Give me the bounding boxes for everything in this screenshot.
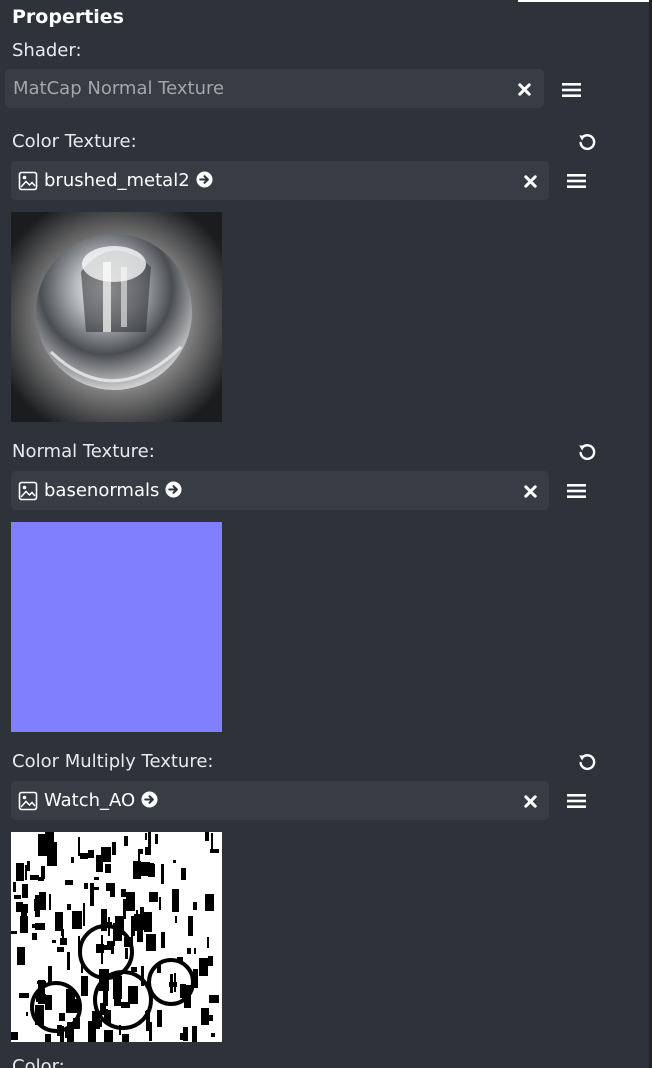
close-icon[interactable] [523, 484, 538, 499]
close-icon[interactable] [523, 794, 538, 809]
color-texture-label: Color Texture: [12, 131, 137, 152]
hamburger-menu-icon[interactable] [567, 793, 586, 809]
shader-field[interactable]: MatCap Normal Texture [5, 69, 544, 108]
color-multiply-texture-label: Color Multiply Texture: [12, 751, 214, 772]
texture-name: brushed_metal2 [44, 170, 190, 191]
image-icon [18, 171, 38, 191]
image-icon [18, 791, 38, 811]
image-icon [18, 481, 38, 501]
color-texture-field[interactable]: brushed_metal2 [11, 161, 549, 200]
circle-arrow-right-icon[interactable] [165, 481, 182, 498]
hamburger-menu-icon[interactable] [567, 483, 586, 499]
shader-value: MatCap Normal Texture [13, 78, 225, 99]
normal-texture-preview [11, 522, 222, 732]
properties-panel: Properties Shader: MatCap Normal Texture… [0, 0, 649, 1068]
reset-icon[interactable] [577, 752, 597, 772]
shader-label: Shader: [12, 40, 82, 61]
reset-icon[interactable] [577, 132, 597, 152]
circle-arrow-right-icon[interactable] [196, 171, 213, 188]
normal-texture-label: Normal Texture: [12, 441, 155, 462]
texture-name: Watch_AO [44, 790, 136, 811]
circle-arrow-right-icon[interactable] [141, 791, 158, 808]
color-texture-preview [11, 212, 222, 422]
panel-title: Properties [12, 6, 124, 28]
color-multiply-texture-field[interactable]: Watch_AO [11, 781, 549, 820]
reset-icon[interactable] [577, 442, 597, 462]
normal-texture-field[interactable]: basenormals [11, 471, 549, 510]
hamburger-menu-icon[interactable] [562, 82, 581, 98]
texture-name: basenormals [44, 480, 160, 501]
color-multiply-texture-preview [11, 832, 222, 1042]
color-label: Color: [12, 1056, 65, 1068]
close-icon[interactable] [517, 82, 532, 97]
close-icon[interactable] [523, 174, 538, 189]
hamburger-menu-icon[interactable] [567, 173, 586, 189]
